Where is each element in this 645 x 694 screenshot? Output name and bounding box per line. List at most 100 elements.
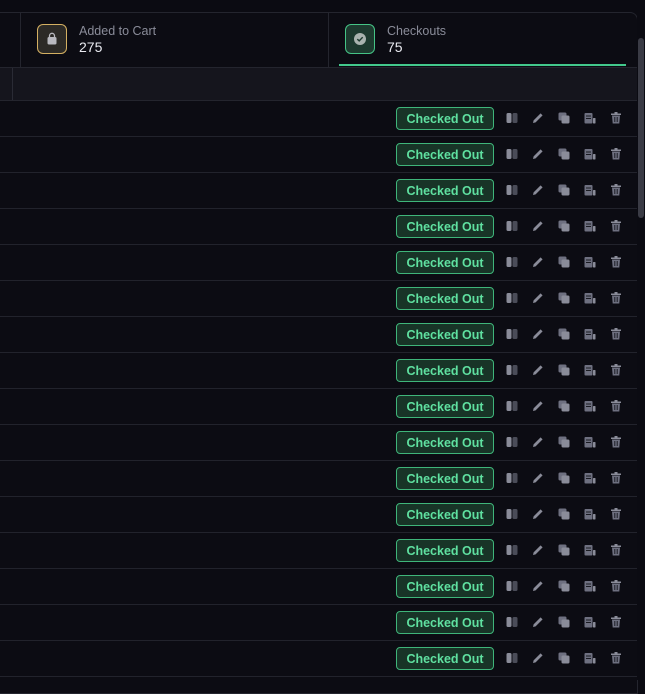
- table-row[interactable]: Checked Out: [0, 353, 637, 389]
- document-icon[interactable]: [582, 650, 598, 666]
- toggle-icon[interactable]: [504, 506, 520, 522]
- table-row[interactable]: Checked Out: [0, 425, 637, 461]
- delete-icon[interactable]: [608, 470, 624, 486]
- copy-icon[interactable]: [556, 182, 572, 198]
- toggle-icon[interactable]: [504, 398, 520, 414]
- toggle-icon[interactable]: [504, 326, 520, 342]
- table-row[interactable]: Checked Out: [0, 173, 637, 209]
- table-row[interactable]: Checked Out: [0, 533, 637, 569]
- table-row[interactable]: Checked Out: [0, 209, 637, 245]
- edit-icon[interactable]: [530, 542, 546, 558]
- toggle-icon[interactable]: [504, 254, 520, 270]
- copy-icon[interactable]: [556, 506, 572, 522]
- table-row[interactable]: Checked Out: [0, 137, 637, 173]
- table-row[interactable]: Checked Out: [0, 101, 637, 137]
- delete-icon[interactable]: [608, 650, 624, 666]
- delete-icon[interactable]: [608, 578, 624, 594]
- edit-icon[interactable]: [530, 470, 546, 486]
- edit-icon[interactable]: [530, 146, 546, 162]
- delete-icon[interactable]: [608, 182, 624, 198]
- edit-icon[interactable]: [530, 362, 546, 378]
- delete-icon[interactable]: [608, 542, 624, 558]
- document-icon[interactable]: [582, 542, 598, 558]
- delete-icon[interactable]: [608, 110, 624, 126]
- document-icon[interactable]: [582, 182, 598, 198]
- copy-icon[interactable]: [556, 650, 572, 666]
- copy-icon[interactable]: [556, 326, 572, 342]
- copy-icon[interactable]: [556, 110, 572, 126]
- delete-icon[interactable]: [608, 290, 624, 306]
- document-icon[interactable]: [582, 110, 598, 126]
- table-row[interactable]: Checked Out: [0, 461, 637, 497]
- copy-icon[interactable]: [556, 146, 572, 162]
- copy-icon[interactable]: [556, 362, 572, 378]
- document-icon[interactable]: [582, 326, 598, 342]
- vertical-scrollbar[interactable]: [637, 12, 645, 680]
- edit-icon[interactable]: [530, 290, 546, 306]
- table-row[interactable]: Checked Out: [0, 389, 637, 425]
- table-row[interactable]: Checked Out: [0, 569, 637, 605]
- edit-icon[interactable]: [530, 326, 546, 342]
- delete-icon[interactable]: [608, 146, 624, 162]
- toggle-icon[interactable]: [504, 434, 520, 450]
- copy-icon[interactable]: [556, 398, 572, 414]
- toggle-icon[interactable]: [504, 470, 520, 486]
- document-icon[interactable]: [582, 218, 598, 234]
- delete-icon[interactable]: [608, 398, 624, 414]
- document-icon[interactable]: [582, 470, 598, 486]
- edit-icon[interactable]: [530, 398, 546, 414]
- toggle-icon[interactable]: [504, 578, 520, 594]
- document-icon[interactable]: [582, 254, 598, 270]
- table-row[interactable]: Checked Out: [0, 641, 637, 677]
- document-icon[interactable]: [582, 290, 598, 306]
- toggle-icon[interactable]: [504, 542, 520, 558]
- copy-icon[interactable]: [556, 578, 572, 594]
- delete-icon[interactable]: [608, 326, 624, 342]
- delete-icon[interactable]: [608, 254, 624, 270]
- edit-icon[interactable]: [530, 614, 546, 630]
- delete-icon[interactable]: [608, 434, 624, 450]
- toggle-icon[interactable]: [504, 146, 520, 162]
- document-icon[interactable]: [582, 146, 598, 162]
- edit-icon[interactable]: [530, 650, 546, 666]
- copy-icon[interactable]: [556, 254, 572, 270]
- stat-checkouts[interactable]: Checkouts 75: [329, 13, 637, 67]
- document-icon[interactable]: [582, 434, 598, 450]
- table-row[interactable]: Checked Out: [0, 281, 637, 317]
- toggle-icon[interactable]: [504, 614, 520, 630]
- document-icon[interactable]: [582, 362, 598, 378]
- copy-icon[interactable]: [556, 290, 572, 306]
- table-row[interactable]: Checked Out: [0, 245, 637, 281]
- document-icon[interactable]: [582, 614, 598, 630]
- document-icon[interactable]: [582, 398, 598, 414]
- scrollbar-thumb[interactable]: [638, 38, 644, 218]
- document-icon[interactable]: [582, 578, 598, 594]
- edit-icon[interactable]: [530, 578, 546, 594]
- toggle-icon[interactable]: [504, 182, 520, 198]
- table-row[interactable]: Checked Out: [0, 605, 637, 641]
- toggle-icon[interactable]: [504, 290, 520, 306]
- delete-icon[interactable]: [608, 218, 624, 234]
- copy-icon[interactable]: [556, 614, 572, 630]
- table-row[interactable]: Checked Out: [0, 317, 637, 353]
- edit-icon[interactable]: [530, 218, 546, 234]
- document-icon[interactable]: [582, 506, 598, 522]
- edit-icon[interactable]: [530, 254, 546, 270]
- copy-icon[interactable]: [556, 218, 572, 234]
- table-row[interactable]: Checked Out: [0, 497, 637, 533]
- toggle-icon[interactable]: [504, 650, 520, 666]
- copy-icon[interactable]: [556, 542, 572, 558]
- edit-icon[interactable]: [530, 182, 546, 198]
- edit-icon[interactable]: [530, 110, 546, 126]
- toggle-icon[interactable]: [504, 218, 520, 234]
- toggle-icon[interactable]: [504, 110, 520, 126]
- edit-icon[interactable]: [530, 506, 546, 522]
- delete-icon[interactable]: [608, 362, 624, 378]
- delete-icon[interactable]: [608, 506, 624, 522]
- stat-added-to-cart[interactable]: Added to Cart 275: [21, 13, 328, 67]
- delete-icon[interactable]: [608, 614, 624, 630]
- toggle-icon[interactable]: [504, 362, 520, 378]
- copy-icon[interactable]: [556, 434, 572, 450]
- edit-icon[interactable]: [530, 434, 546, 450]
- copy-icon[interactable]: [556, 470, 572, 486]
